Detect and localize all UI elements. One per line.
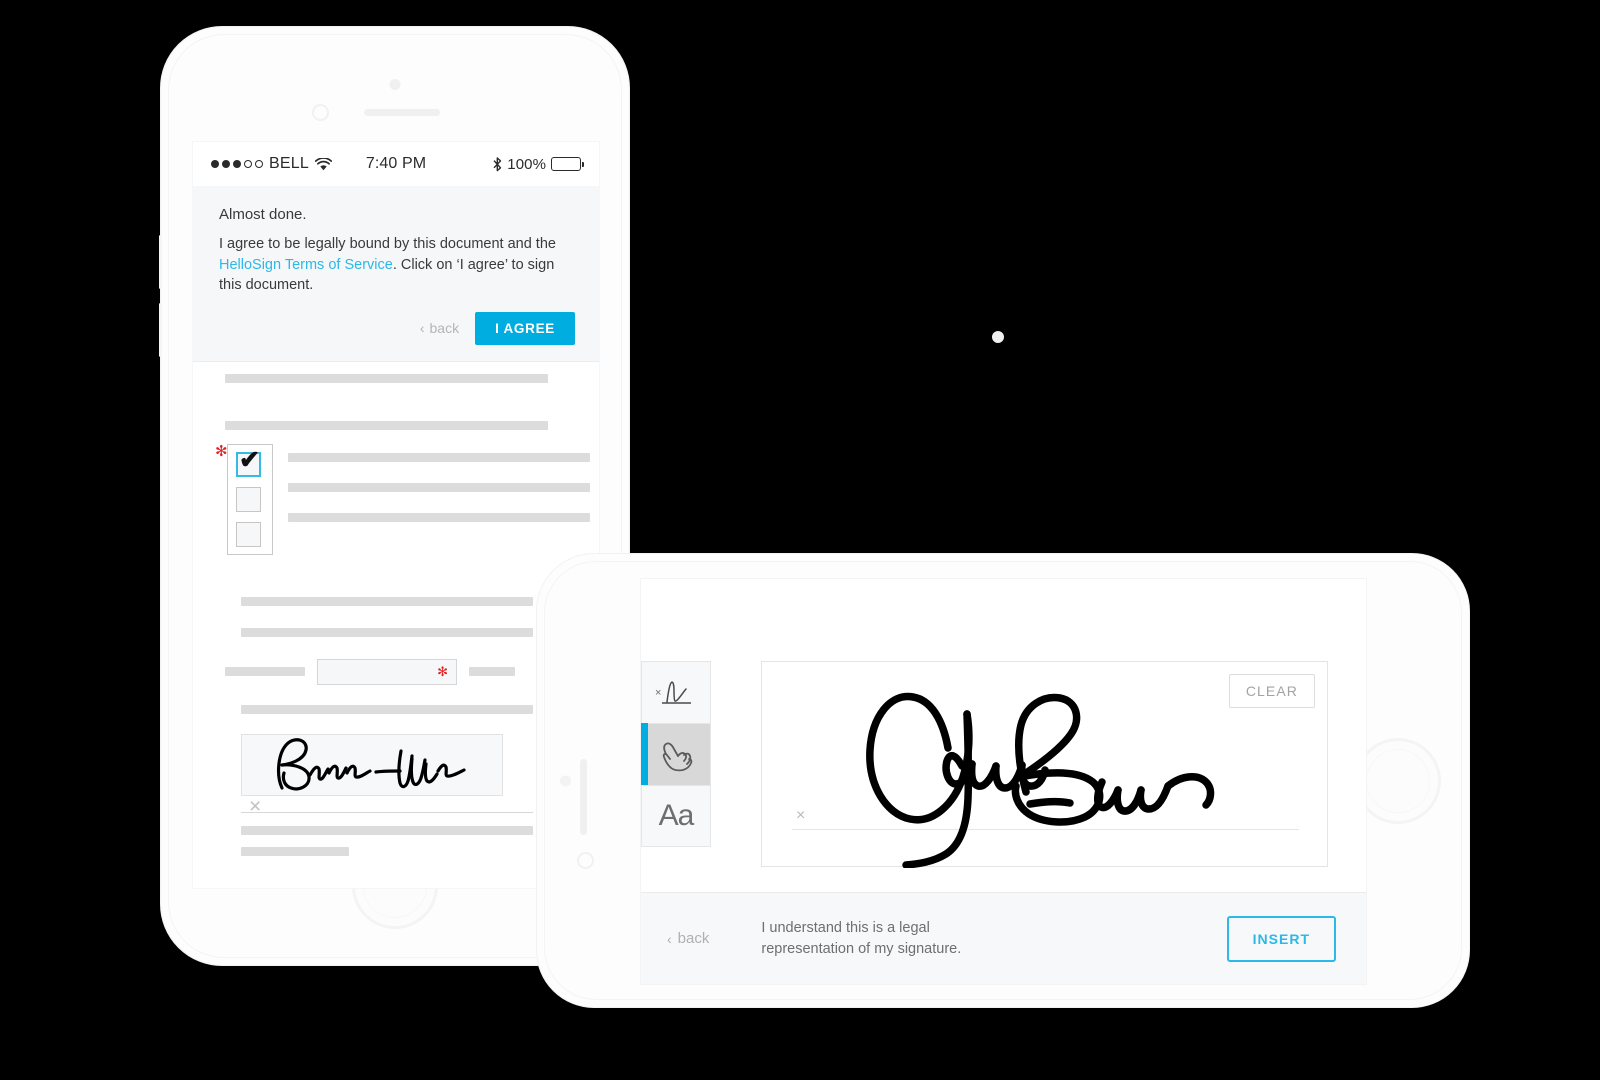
back-link-label: back: [429, 320, 460, 337]
landscape-home-button[interactable]: [1355, 737, 1441, 824]
landscape-earpiece-speaker: [580, 759, 587, 835]
checkbox-option-3[interactable]: [236, 521, 261, 547]
battery-full-icon: [551, 157, 585, 171]
landscape-phone-screen: × Aa CLEAR × ‹ back I understand this is…: [640, 578, 1367, 985]
carrier-label: BELL: [269, 155, 309, 172]
hand-pointer-icon: [662, 741, 693, 771]
legal-note-line-1: I understand this is a legal: [761, 920, 930, 937]
doc-placeholder-line: [241, 825, 533, 835]
canvas-signature-line: [792, 829, 1299, 830]
checkbox-label-lines: [288, 452, 599, 522]
signature-x-marker: ×: [249, 794, 262, 818]
insert-button[interactable]: INSERT: [1226, 915, 1336, 962]
bluetooth-icon: [493, 156, 502, 171]
almost-done-panel: Almost done. I agree to be legally bound…: [193, 186, 599, 362]
landscape-rear-sensor-icon: [560, 775, 571, 786]
doc-placeholder-line: [288, 482, 590, 492]
signature-tool-rail: × Aa: [641, 661, 711, 847]
finger-draw-tool[interactable]: [641, 723, 711, 786]
screenshot-stage: BELL 7:40 PM 100% Almost done. I agree t…: [0, 0, 1600, 1080]
doc-placeholder-line: [469, 667, 515, 677]
chevron-left-icon: ‹: [667, 930, 672, 947]
chevron-left-icon: ‹: [419, 320, 425, 337]
signature-image-box[interactable]: [241, 733, 503, 796]
canvas-x-marker: ×: [796, 807, 806, 824]
agreement-text-part-1: I agree to be legally bound by this docu…: [219, 236, 556, 252]
terms-of-service-link[interactable]: HelloSign Terms of Service: [219, 257, 393, 273]
landscape-phone-device: × Aa CLEAR × ‹ back I understand this is…: [536, 553, 1470, 1008]
signature-line-icon: ×: [655, 680, 691, 704]
signature-modal-header-space: [641, 579, 1366, 659]
almost-done-title: Almost done.: [219, 206, 307, 223]
portrait-rear-sensor-icon: [389, 79, 401, 90]
required-asterisk-icon: ✻: [215, 442, 228, 460]
signature-modal-footer: ‹ back I understand this is a legal repr…: [641, 892, 1366, 984]
doc-placeholder-line: [288, 452, 590, 462]
required-asterisk-icon: ✻: [437, 663, 448, 679]
doc-placeholder-line: [225, 373, 548, 383]
checkbox-option-2[interactable]: [236, 486, 261, 512]
footer-back-label: back: [677, 930, 710, 947]
draw-signature-tool[interactable]: ×: [641, 661, 711, 723]
doc-placeholder-line: [241, 596, 533, 606]
doc-placeholder-line: [225, 420, 548, 430]
checkmark-icon: ✔: [239, 445, 260, 474]
portrait-front-camera-icon: [312, 104, 329, 121]
signature-underline: [241, 811, 533, 813]
legal-agreement-text: I agree to be legally bound by this docu…: [219, 234, 571, 296]
status-bar-right: 100%: [426, 155, 585, 173]
signature-mark: [276, 737, 466, 791]
clear-button[interactable]: CLEAR: [1228, 674, 1315, 708]
doc-placeholder-line: [241, 627, 533, 637]
portrait-volume-up-button[interactable]: [159, 235, 162, 289]
required-text-input[interactable]: ✻: [317, 658, 457, 685]
checkbox-group-container: ✔: [227, 443, 273, 555]
signal-strength-icon: [211, 160, 263, 168]
battery-percent-label: 100%: [507, 155, 547, 173]
doc-line-block-2: [193, 383, 599, 430]
wifi-icon: [314, 157, 332, 170]
doc-placeholder-line: [225, 667, 305, 677]
type-text-icon: Aa: [658, 799, 695, 832]
agree-panel-actions: ‹ back I AGREE: [219, 311, 575, 345]
doc-placeholder-line: [241, 846, 349, 856]
landscape-front-camera-icon: [577, 852, 594, 869]
i-agree-button[interactable]: I AGREE: [475, 311, 575, 345]
checkbox-option-1[interactable]: ✔: [236, 447, 261, 477]
doc-placeholder-line: [241, 704, 533, 714]
portrait-earpiece-speaker: [364, 109, 440, 116]
doc-placeholder-line: [288, 512, 590, 522]
legal-note-line-2: representation of my signature.: [761, 940, 962, 957]
signature-modal-body: × Aa CLEAR ×: [641, 659, 1366, 892]
footer-back-link[interactable]: ‹ back: [667, 930, 709, 947]
back-link[interactable]: ‹ back: [420, 320, 459, 336]
svg-text:×: ×: [655, 687, 661, 699]
backdrop-dot: [992, 331, 1004, 343]
ios-status-bar: BELL 7:40 PM 100%: [193, 142, 599, 186]
checkbox-group-field[interactable]: ✻ ✔: [215, 443, 599, 555]
drawn-signature-mark: [866, 692, 1215, 868]
status-bar-clock: 7:40 PM: [365, 155, 427, 172]
doc-line-block-top: [193, 362, 599, 383]
portrait-volume-down-button[interactable]: [159, 303, 162, 357]
legal-representation-note: I understand this is a legal representat…: [761, 918, 1196, 959]
status-bar-left: BELL: [211, 155, 366, 173]
signature-drawing-canvas[interactable]: CLEAR ×: [761, 661, 1328, 868]
type-signature-tool[interactable]: Aa: [641, 785, 711, 847]
